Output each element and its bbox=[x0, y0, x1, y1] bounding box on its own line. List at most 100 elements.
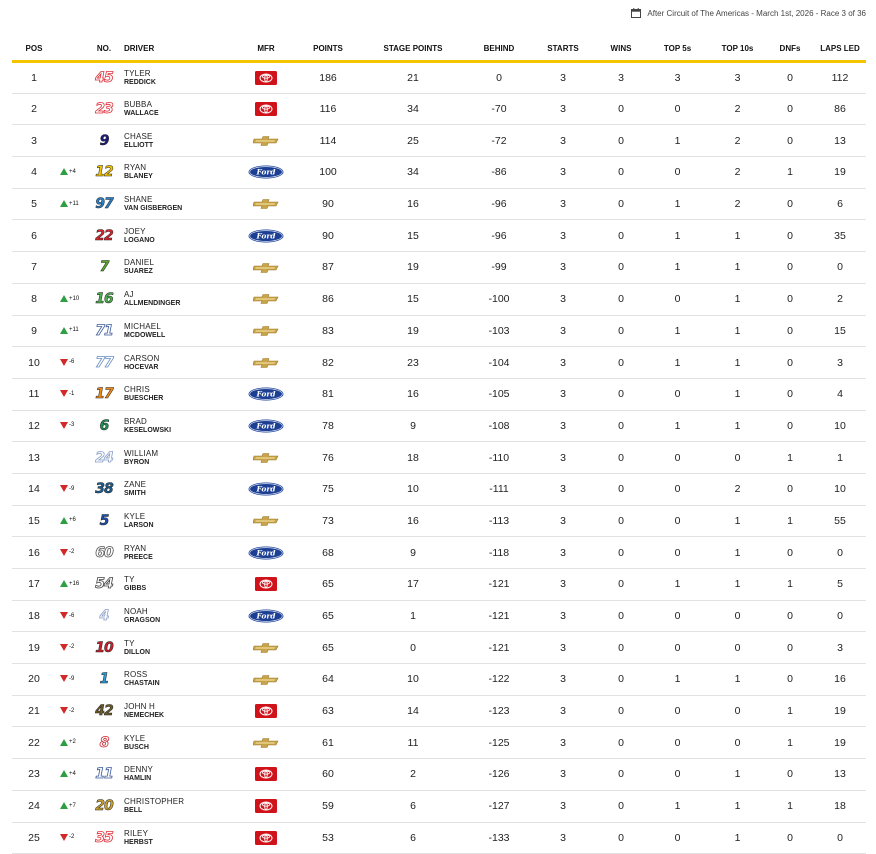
table-row[interactable]: 23 +4 11 DENNY HAMLIN 60 2 -126 3 0 0 1 … bbox=[12, 759, 866, 791]
table-row[interactable]: 8 +10 16 AJ ALLMENDINGER 86 15 -100 3 0 … bbox=[12, 283, 866, 315]
driver-cell[interactable]: BUBBA WALLACE bbox=[124, 93, 234, 125]
table-row[interactable]: 4 +4 12 RYAN BLANEY Ford 100 34 -86 3 0 … bbox=[12, 157, 866, 189]
driver-cell[interactable]: DANIEL SUAREZ bbox=[124, 252, 234, 284]
laps-led-cell: 5 bbox=[837, 578, 843, 591]
col-top10[interactable]: TOP 10s bbox=[709, 36, 766, 63]
col-behind[interactable]: BEHIND bbox=[468, 36, 530, 63]
driver-last-name: REDDICK bbox=[124, 78, 156, 86]
stage-points-cell: 19 bbox=[407, 261, 419, 274]
driver-cell[interactable]: ROSS CHASTAIN bbox=[124, 664, 234, 696]
table-row[interactable]: 16 -2 60 RYAN PREECE Ford 68 9 -118 3 0 … bbox=[12, 537, 866, 569]
table-row[interactable]: 20 -9 1 ROSS CHASTAIN 64 10 -122 3 0 1 1… bbox=[12, 664, 866, 696]
points-cell: 65 bbox=[322, 641, 334, 654]
table-row[interactable]: 21 -2 42 JOHN H NEMECHEK 63 14 -123 3 0 … bbox=[12, 695, 866, 727]
stage-points-cell: 18 bbox=[407, 451, 419, 464]
top10-cell: 1 bbox=[734, 293, 741, 306]
driver-cell[interactable]: KYLE BUSCH bbox=[124, 727, 234, 759]
driver-cell[interactable]: MICHAEL MCDOWELL bbox=[124, 315, 234, 347]
driver-cell[interactable]: CHASE ELLIOTT bbox=[124, 125, 234, 157]
driver-cell[interactable]: WILLIAM BYRON bbox=[124, 442, 234, 474]
table-row[interactable]: 5 +11 97 SHANE VAN GISBERGEN 90 16 -96 3… bbox=[12, 188, 866, 220]
driver-cell[interactable]: CARSON HOCEVAR bbox=[124, 347, 234, 379]
table-row[interactable]: 12 -3 6 BRAD KESELOWSKI Ford 78 9 -108 3… bbox=[12, 410, 866, 442]
behind-cell: -99 bbox=[491, 261, 507, 274]
svg-text:Ford: Ford bbox=[255, 231, 276, 240]
col-stage-points[interactable]: STAGE POINTS bbox=[358, 36, 468, 63]
col-starts[interactable]: STARTS bbox=[530, 36, 596, 63]
driver-cell[interactable]: RILEY HERBST bbox=[124, 822, 234, 854]
table-row[interactable]: 22 +2 8 KYLE BUSCH 61 11 -125 3 0 0 0 1 … bbox=[12, 727, 866, 759]
top10-cell: 2 bbox=[734, 198, 741, 211]
table-row[interactable]: 6 22 JOEY LOGANO Ford 90 15 -96 3 0 1 1 … bbox=[12, 220, 866, 252]
driver-cell[interactable]: NOAH GRAGSON bbox=[124, 600, 234, 632]
driver-cell[interactable]: ZANE SMITH bbox=[124, 473, 234, 505]
dnf-cell: 0 bbox=[787, 768, 793, 781]
driver-cell[interactable]: DENNY HAMLIN bbox=[124, 759, 234, 791]
position-cell: 3 bbox=[31, 134, 37, 147]
dnf-cell: 0 bbox=[787, 103, 793, 116]
table-row[interactable]: 7 7 DANIEL SUAREZ 87 19 -99 3 0 1 1 0 0 bbox=[12, 252, 866, 284]
driver-last-name: WALLACE bbox=[124, 110, 159, 118]
col-pos[interactable]: POS bbox=[12, 36, 56, 63]
car-number-cell: 7 bbox=[84, 252, 124, 284]
col-points[interactable]: POINTS bbox=[298, 36, 358, 63]
arrow-up-icon bbox=[60, 295, 68, 303]
race-info-text: After Circuit of The Americas - March 1s… bbox=[647, 8, 866, 18]
points-cell: 64 bbox=[322, 673, 334, 686]
top10-cell: 2 bbox=[734, 103, 741, 116]
col-dnfs[interactable]: DNFs bbox=[766, 36, 814, 63]
position-change-up: +4 bbox=[60, 168, 76, 176]
col-driver[interactable]: DRIVER bbox=[124, 36, 234, 63]
driver-cell[interactable]: CHRISTOPHER BELL bbox=[124, 790, 234, 822]
table-row[interactable]: 15 +6 5 KYLE LARSON 73 16 -113 3 0 0 1 1… bbox=[12, 505, 866, 537]
car-number-cell: 24 bbox=[84, 442, 124, 474]
top5-cell: 1 bbox=[674, 673, 681, 686]
top10-cell: 2 bbox=[734, 166, 741, 179]
table-row[interactable]: 9 +11 71 MICHAEL MCDOWELL 83 19 -103 3 0… bbox=[12, 315, 866, 347]
driver-cell[interactable]: BRAD KESELOWSKI bbox=[124, 410, 234, 442]
table-row[interactable]: 14 -9 38 ZANE SMITH Ford 75 10 -111 3 0 … bbox=[12, 473, 866, 506]
points-cell: 186 bbox=[319, 71, 337, 84]
driver-cell[interactable]: TY GIBBS bbox=[124, 569, 234, 601]
driver-cell[interactable]: JOEY LOGANO bbox=[124, 220, 234, 252]
col-top5[interactable]: TOP 5s bbox=[646, 36, 709, 63]
wins-cell: 0 bbox=[618, 166, 624, 179]
stage-points-cell: 15 bbox=[407, 229, 419, 242]
driver-cell[interactable]: JOHN H NEMECHEK bbox=[124, 695, 234, 727]
car-number-cell: 16 bbox=[84, 283, 124, 315]
wins-cell: 0 bbox=[618, 705, 624, 718]
table-row[interactable]: 13 24 WILLIAM BYRON 76 18 -110 3 0 0 0 1… bbox=[12, 442, 866, 474]
table-row[interactable]: 25 -2 35 RILEY HERBST 53 6 -133 3 0 0 1 … bbox=[12, 822, 866, 854]
behind-cell: -108 bbox=[488, 419, 510, 432]
driver-cell[interactable]: TY DILLON bbox=[124, 632, 234, 664]
manufacturer-cell bbox=[234, 727, 298, 759]
table-row[interactable]: 2 23 BUBBA WALLACE 116 34 -70 3 0 0 2 0 … bbox=[12, 93, 866, 125]
col-mfr[interactable]: MFR bbox=[234, 36, 298, 63]
wins-cell: 0 bbox=[618, 610, 624, 623]
driver-cell[interactable]: KYLE LARSON bbox=[124, 505, 234, 537]
top5-cell: 1 bbox=[674, 261, 681, 274]
driver-cell[interactable]: SHANE VAN GISBERGEN bbox=[124, 188, 234, 220]
driver-cell[interactable]: CHRIS BUESCHER bbox=[124, 378, 234, 410]
col-change bbox=[56, 36, 84, 63]
behind-cell: -103 bbox=[488, 324, 510, 337]
table-row[interactable]: 18 -6 4 NOAH GRAGSON Ford 65 1 -121 3 0 … bbox=[12, 600, 866, 632]
stage-points-cell: 16 bbox=[407, 514, 419, 527]
table-row[interactable]: 24 +7 20 CHRISTOPHER BELL 59 6 -127 3 0 … bbox=[12, 790, 866, 822]
col-laps-led[interactable]: LAPS LED bbox=[814, 36, 866, 63]
table-row[interactable]: 19 -2 10 TY DILLON 65 0 -121 3 0 0 0 0 3 bbox=[12, 632, 866, 664]
table-row[interactable]: 11 -1 17 CHRIS BUESCHER Ford 81 16 -105 … bbox=[12, 378, 866, 411]
driver-cell[interactable]: TYLER REDDICK bbox=[124, 62, 234, 94]
position-cell: 24 bbox=[28, 800, 40, 813]
driver-cell[interactable]: RYAN PREECE bbox=[124, 537, 234, 569]
position-cell: 9 bbox=[31, 324, 37, 337]
position-change-up: +4 bbox=[60, 770, 76, 778]
col-number[interactable]: NO. bbox=[84, 36, 124, 63]
table-row[interactable]: 17 +16 54 TY GIBBS 65 17 -121 3 0 1 1 1 … bbox=[12, 569, 866, 601]
driver-cell[interactable]: AJ ALLMENDINGER bbox=[124, 283, 234, 315]
col-wins[interactable]: WINS bbox=[596, 36, 646, 63]
table-row[interactable]: 1 45 TYLER REDDICK 186 21 0 3 3 3 3 0 11… bbox=[12, 62, 866, 94]
table-row[interactable]: 3 9 CHASE ELLIOTT 114 25 -72 3 0 1 2 0 1… bbox=[12, 125, 866, 157]
table-row[interactable]: 10 -6 77 CARSON HOCEVAR 82 23 -104 3 0 1… bbox=[12, 347, 866, 379]
driver-cell[interactable]: RYAN BLANEY bbox=[124, 157, 234, 189]
